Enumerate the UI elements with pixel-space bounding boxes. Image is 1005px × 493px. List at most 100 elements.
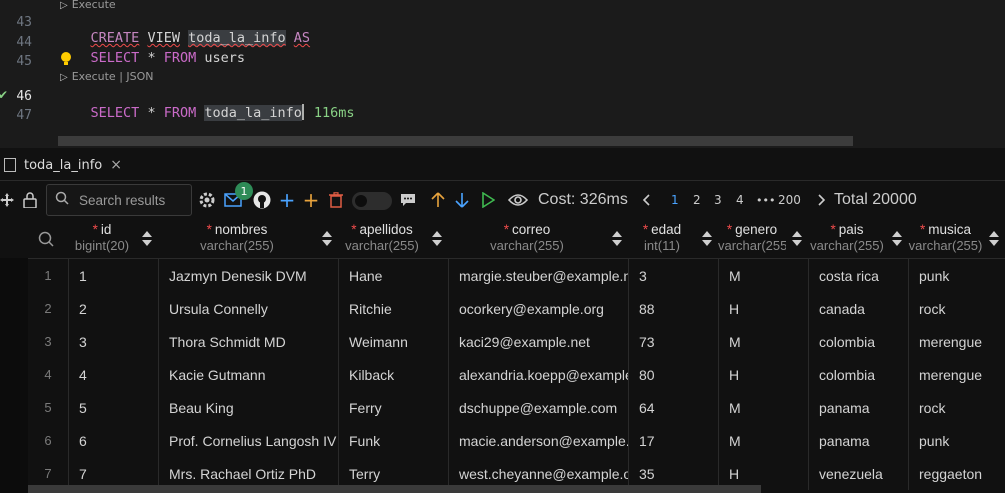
table-row[interactable]: 6 6 Prof. Cornelius Langosh IV Funk macie.an… <box>28 424 1005 457</box>
table-row[interactable]: 2 2 Ursula Connelly Ritchie ocorkery@example… <box>28 292 1005 325</box>
cell-musica[interactable]: merengue <box>908 358 1005 391</box>
cell-apellidos[interactable]: Funk <box>338 424 448 457</box>
gear-icon[interactable] <box>197 182 217 218</box>
cell-nombres[interactable]: Ursula Connelly <box>158 292 338 325</box>
cell-nombres[interactable]: Prof. Cornelius Langosh IV <box>158 424 338 457</box>
cell-apellidos[interactable]: Ritchie <box>338 292 448 325</box>
codelens-execute-top[interactable]: ▷ Execute <box>60 0 116 11</box>
cell-correo[interactable]: macie.anderson@example.com <box>448 424 628 457</box>
trash-icon[interactable] <box>326 182 346 218</box>
cell-apellidos[interactable]: Ferry <box>338 391 448 424</box>
search-icon[interactable] <box>38 231 54 251</box>
cell-genero[interactable]: M <box>718 391 808 424</box>
cell-pais[interactable]: colombia <box>808 325 908 358</box>
table-row[interactable]: 1 1 Jazmyn Denesik DVM Hane margie.steuber@e… <box>28 259 1005 292</box>
cell-genero[interactable]: M <box>718 259 808 292</box>
page-200[interactable]: 200 <box>778 182 801 218</box>
cell-id[interactable]: 1 <box>68 259 158 292</box>
cell-edad[interactable]: 80 <box>628 358 718 391</box>
cell-correo[interactable]: dschuppe@example.com <box>448 391 628 424</box>
cell-genero[interactable]: H <box>718 358 808 391</box>
cell-pais[interactable]: panama <box>808 424 908 457</box>
comment-icon[interactable] <box>398 182 418 218</box>
cell-musica[interactable]: rock <box>908 292 1005 325</box>
page-ellipsis[interactable]: ••• <box>756 182 775 218</box>
codelens-execute-json[interactable]: ▷ Execute | JSON <box>60 70 154 83</box>
cell-genero[interactable]: M <box>718 424 808 457</box>
sort-icon[interactable] <box>792 231 802 247</box>
cell-id[interactable]: 4 <box>68 358 158 391</box>
cell-apellidos[interactable]: Hane <box>338 259 448 292</box>
cell-nombres[interactable]: Thora Schmidt MD <box>158 325 338 358</box>
cell-nombres[interactable]: Jazmyn Denesik DVM <box>158 259 338 292</box>
cell-nombres[interactable]: Kacie Gutmann <box>158 358 338 391</box>
column-header-correo[interactable]: * correo varchar(255) <box>448 220 628 258</box>
cell-musica[interactable]: rock <box>908 391 1005 424</box>
cell-edad[interactable]: 64 <box>628 391 718 424</box>
cell-apellidos[interactable]: Weimann <box>338 325 448 358</box>
plus-icon[interactable]: + <box>301 182 321 218</box>
cell-pais[interactable]: venezuela <box>808 457 908 490</box>
move-icon[interactable] <box>0 182 14 218</box>
cell-id[interactable]: 6 <box>68 424 158 457</box>
cell-genero[interactable]: H <box>718 292 808 325</box>
cell-edad[interactable]: 3 <box>628 259 718 292</box>
cell-edad[interactable]: 73 <box>628 325 718 358</box>
cell-correo[interactable]: alexandria.koepp@example.com <box>448 358 628 391</box>
page-3[interactable]: 3 <box>714 182 722 218</box>
cell-musica[interactable]: merengue <box>908 325 1005 358</box>
table-row[interactable]: 5 5 Beau King Ferry dschuppe@example.com 64 Mp… <box>28 391 1005 424</box>
table-row[interactable]: 4 4 Kacie Gutmann Kilback alexandria.koepp@e… <box>28 358 1005 391</box>
cell-pais[interactable]: costa rica <box>808 259 908 292</box>
column-header-id[interactable]: * id bigint(20) <box>68 220 158 258</box>
column-header-edad[interactable]: * edad int(11) <box>628 220 718 258</box>
search-input[interactable] <box>77 191 191 209</box>
sort-icon[interactable] <box>892 231 902 247</box>
sort-icon[interactable] <box>432 231 442 247</box>
sort-icon[interactable] <box>702 231 712 247</box>
cell-correo[interactable]: ocorkery@example.org <box>448 292 628 325</box>
cell-musica[interactable]: punk <box>908 424 1005 457</box>
cell-id[interactable]: 3 <box>68 325 158 358</box>
sort-icon[interactable] <box>322 231 332 247</box>
table-row[interactable]: 3 3 Thora Schmidt MD Weimann kaci29@example.… <box>28 325 1005 358</box>
cell-edad[interactable]: 88 <box>628 292 718 325</box>
page-1[interactable]: 1 <box>671 182 679 218</box>
cell-pais[interactable]: colombia <box>808 358 908 391</box>
column-header-apellidos[interactable]: * apellidos varchar(255) <box>338 220 448 258</box>
eye-icon[interactable] <box>506 182 530 218</box>
tab-toda-la-info[interactable]: toda_la_info × <box>0 153 122 177</box>
github-icon[interactable] <box>251 182 273 218</box>
sort-icon[interactable] <box>989 231 999 247</box>
close-icon[interactable]: × <box>110 157 122 173</box>
cell-id[interactable]: 2 <box>68 292 158 325</box>
cell-correo[interactable]: kaci29@example.net <box>448 325 628 358</box>
chevron-left-icon[interactable] <box>638 182 654 218</box>
column-header-genero[interactable]: * genero varchar(255) <box>718 220 808 258</box>
cell-musica[interactable]: punk <box>908 259 1005 292</box>
cell-apellidos[interactable]: Kilback <box>338 358 448 391</box>
lightbulb-icon[interactable] <box>60 51 72 71</box>
arrow-up-icon[interactable] <box>428 182 448 218</box>
cell-nombres[interactable]: Beau King <box>158 391 338 424</box>
column-header-pais[interactable]: * pais varchar(255) <box>808 220 908 258</box>
lock-icon[interactable] <box>20 182 40 218</box>
sql-editor[interactable]: ▷ Execute 43 CREATE VIEW toda_la_info AS … <box>0 0 1005 148</box>
sort-icon[interactable] <box>612 231 622 247</box>
cell-musica[interactable]: reggaeton <box>908 457 1005 490</box>
play-icon[interactable] <box>478 182 498 218</box>
cell-correo[interactable]: margie.steuber@example.net <box>448 259 628 292</box>
cell-pais[interactable]: panama <box>808 391 908 424</box>
editor-horizontal-scrollbar[interactable] <box>58 136 853 146</box>
edit-toggle[interactable] <box>352 192 392 210</box>
column-header-nombres[interactable]: * nombres varchar(255) <box>158 220 338 258</box>
page-4[interactable]: 4 <box>736 182 744 218</box>
cell-pais[interactable]: canada <box>808 292 908 325</box>
page-2[interactable]: 2 <box>693 182 701 218</box>
column-header-musica[interactable]: * musica varchar(255) <box>908 220 1005 258</box>
grid-horizontal-scrollbar[interactable] <box>28 485 761 493</box>
search-results-field[interactable] <box>46 184 192 216</box>
arrow-down-icon[interactable] <box>452 182 472 218</box>
code-line-46[interactable]: SELECT * FROM toda_la_info 116ms <box>58 88 355 137</box>
cell-edad[interactable]: 17 <box>628 424 718 457</box>
